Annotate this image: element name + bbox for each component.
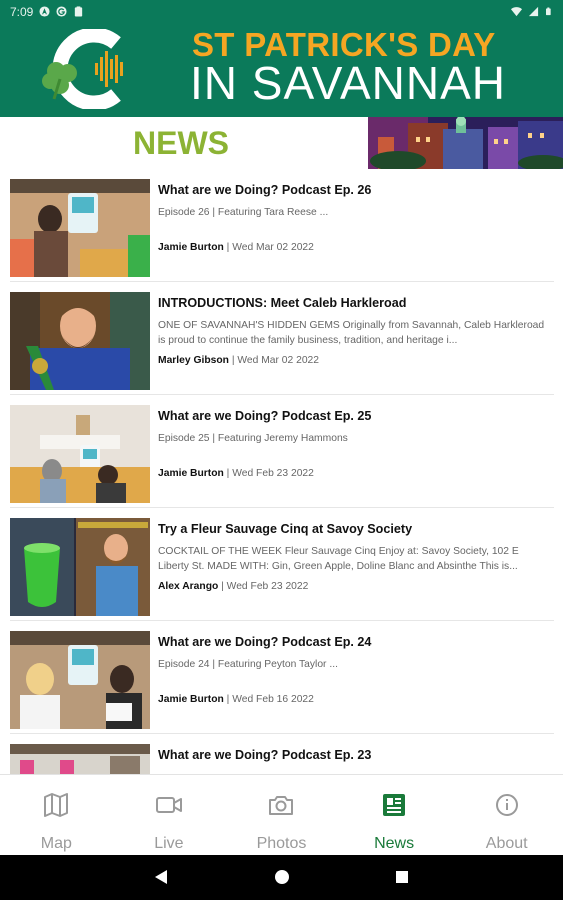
- clipboard-icon: [75, 6, 83, 17]
- system-navigation-bar: [0, 855, 563, 900]
- savannah-night-photo: [368, 117, 563, 169]
- news-item[interactable]: INTRODUCTIONS: Meet Caleb Harkleroad ONE…: [10, 282, 554, 395]
- nav-item-news[interactable]: News: [338, 775, 451, 855]
- recents-icon[interactable]: [393, 868, 411, 886]
- app-header: ST PATRICK'S DAY IN SAVANNAH: [0, 23, 563, 117]
- news-thumbnail[interactable]: [10, 292, 150, 390]
- status-right: [511, 6, 553, 17]
- news-meta: Jamie Burton | Wed Feb 23 2022: [158, 468, 314, 479]
- news-item[interactable]: What are we Doing? Podcast Ep. 24 Episod…: [10, 621, 554, 734]
- app-logo: [42, 29, 123, 109]
- video-camera-icon: [155, 797, 182, 813]
- nav-item-photos[interactable]: Photos: [225, 775, 338, 855]
- section-header: NEWS: [0, 117, 563, 169]
- news-thumbnail[interactable]: [10, 405, 150, 503]
- news-author: Marley Gibson: [158, 355, 229, 366]
- nav-label-news: News: [374, 835, 415, 852]
- g-icon: [56, 6, 67, 17]
- news-title[interactable]: What are we Doing? Podcast Ep. 23: [158, 748, 550, 762]
- nav-label-live: Live: [154, 835, 184, 852]
- news-date: | Wed Mar 02 2022: [223, 242, 314, 253]
- newspaper-icon: [383, 794, 406, 816]
- bottom-navigation: Map Live Photos News About: [0, 774, 563, 855]
- app-title-line2: IN SAVANNAH: [190, 57, 507, 109]
- nav-item-about[interactable]: About: [450, 775, 563, 855]
- news-author: Jamie Burton: [158, 468, 224, 479]
- news-author: Jamie Burton: [158, 242, 224, 253]
- news-excerpt: COCKTAIL OF THE WEEK Fleur Sauvage Cinq …: [158, 546, 519, 572]
- news-date: | Wed Feb 16 2022: [223, 694, 314, 705]
- news-date: | Wed Feb 23 2022: [218, 581, 309, 592]
- section-title: NEWS: [133, 125, 229, 161]
- news-item[interactable]: Try a Fleur Sauvage Cinq at Savoy Societ…: [10, 508, 554, 621]
- home-icon[interactable]: [273, 868, 291, 886]
- back-icon[interactable]: [152, 868, 170, 886]
- news-thumbnail[interactable]: [10, 518, 150, 616]
- news-date: | Wed Feb 23 2022: [223, 468, 314, 479]
- news-excerpt: Episode 24 | Featuring Peyton Taylor ...: [158, 659, 338, 670]
- news-author: Jamie Burton: [158, 694, 224, 705]
- info-icon: [495, 794, 518, 816]
- news-item[interactable]: What are we Doing? Podcast Ep. 26 Episod…: [10, 169, 554, 282]
- signal-icon: [528, 6, 539, 17]
- news-date: | Wed Mar 02 2022: [228, 355, 320, 366]
- status-bar: 7:09: [0, 0, 563, 23]
- news-thumbnail[interactable]: [10, 744, 150, 774]
- news-item[interactable]: What are we Doing? Podcast Ep. 23: [10, 734, 554, 774]
- news-title[interactable]: Try a Fleur Sauvage Cinq at Savoy Societ…: [158, 522, 550, 536]
- news-title[interactable]: What are we Doing? Podcast Ep. 26: [158, 183, 550, 197]
- news-excerpt: Episode 25 | Featuring Jeremy Hammons: [158, 433, 348, 444]
- camera-icon: [269, 796, 294, 815]
- news-meta: Marley Gibson | Wed Mar 02 2022: [158, 355, 319, 366]
- news-item[interactable]: What are we Doing? Podcast Ep. 25 Episod…: [10, 395, 554, 508]
- news-list[interactable]: What are we Doing? Podcast Ep. 26 Episod…: [0, 169, 563, 774]
- status-time: 7:09: [10, 4, 34, 19]
- battery-icon: [546, 7, 551, 16]
- status-left: 7:09: [10, 5, 84, 19]
- news-meta: Alex Arango | Wed Feb 23 2022: [158, 581, 308, 592]
- news-meta: Jamie Burton | Wed Feb 16 2022: [158, 694, 314, 705]
- nav-label-about: About: [485, 835, 528, 852]
- nav-label-map: Map: [40, 835, 72, 852]
- wifi-icon: [511, 7, 522, 17]
- news-title[interactable]: INTRODUCTIONS: Meet Caleb Harkleroad: [158, 296, 550, 310]
- news-meta: Jamie Burton | Wed Mar 02 2022: [158, 242, 314, 253]
- a-icon: [39, 6, 50, 17]
- news-thumbnail[interactable]: [10, 631, 150, 729]
- nav-item-live[interactable]: Live: [113, 775, 226, 855]
- news-excerpt: ONE OF SAVANNAH'S HIDDEN GEMS Originally…: [158, 320, 545, 346]
- news-thumbnail[interactable]: [10, 179, 150, 277]
- news-title[interactable]: What are we Doing? Podcast Ep. 25: [158, 409, 550, 423]
- news-title[interactable]: What are we Doing? Podcast Ep. 24: [158, 635, 550, 649]
- news-author: Alex Arango: [158, 581, 219, 592]
- news-excerpt: Episode 26 | Featuring Tara Reese ...: [158, 207, 329, 218]
- map-icon: [44, 793, 69, 817]
- nav-label-photos: Photos: [256, 835, 307, 852]
- nav-item-map[interactable]: Map: [0, 775, 113, 855]
